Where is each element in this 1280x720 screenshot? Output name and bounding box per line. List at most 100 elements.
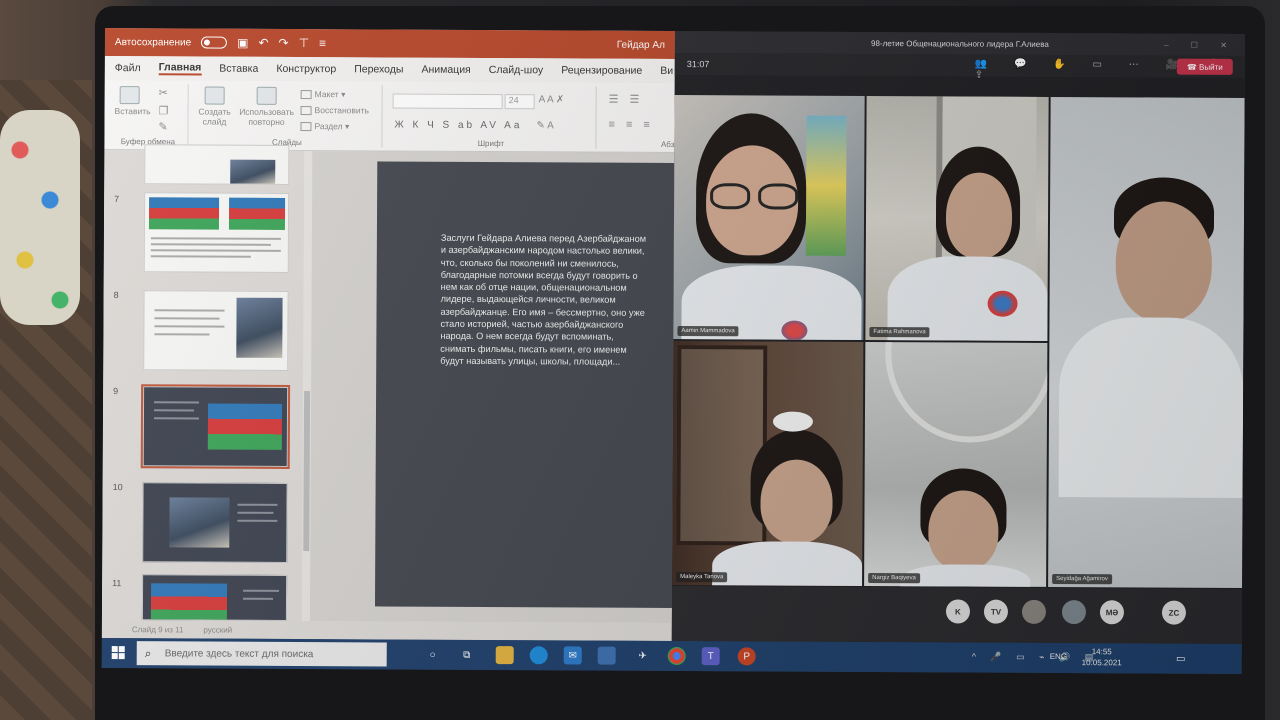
app-icon[interactable]: ✈ [634, 647, 652, 665]
list-icon[interactable]: ☰ ☰ [609, 93, 644, 106]
paragraph-group-label: Абз [660, 139, 675, 149]
slide-thumbnail-9[interactable] [140, 384, 291, 469]
thumbnail-text-line [243, 589, 280, 592]
glasses-icon [710, 183, 751, 210]
store-icon[interactable] [597, 646, 616, 665]
font-name-select[interactable] [392, 93, 503, 110]
tab-animation[interactable]: Анимация [421, 64, 470, 76]
system-tray-icons[interactable]: ^ 🎤 ▭ ⌁ 🔊 ▤ [972, 652, 1100, 664]
ppt-title-bar: Автосохранение ▣ ↶ ↷ ⊤ ≡ Гейдар Ал [104, 28, 675, 59]
reuse-slides-icon [256, 86, 277, 105]
cut-icon[interactable]: ✂ [159, 86, 168, 99]
language-status[interactable]: русский [203, 625, 232, 634]
cortana-icon[interactable]: ○ [424, 646, 442, 664]
participant-shirt [712, 541, 863, 586]
slide-thumbnail-10[interactable] [142, 482, 288, 563]
align-icon[interactable]: ≡ ≡ ≡ [608, 119, 653, 131]
notifications-icon[interactable]: ▭ [1172, 650, 1190, 668]
tab-review[interactable]: Рецензирование [561, 64, 642, 76]
participant-avatar-photo[interactable] [1021, 599, 1047, 624]
video-tile[interactable]: Fatima Rahmanova [865, 95, 1049, 341]
tab-slideshow[interactable]: Слайд-шоу [489, 64, 543, 76]
reset-icon [300, 106, 312, 116]
tab-insert[interactable]: Вставка [219, 63, 258, 75]
grow-font-icon[interactable]: A A ✗ [539, 94, 565, 105]
current-slide[interactable]: Заслуги Гейдара Алиева перед Азербайджан… [374, 161, 675, 608]
slide-canvas: Заслуги Гейдара Алиева перед Азербайджан… [309, 151, 675, 623]
tab-file[interactable]: Файл [115, 62, 141, 74]
thumbnail-text-line [153, 417, 199, 420]
participant-avatar[interactable]: ZC [1161, 600, 1187, 625]
chrome-icon[interactable] [667, 646, 686, 666]
section-button[interactable]: Раздел ▾ [300, 121, 349, 132]
slide-number: 9 [113, 386, 119, 397]
taskbar-clock[interactable]: 14:55 10.05.2021 [1082, 646, 1122, 668]
slide-thumbnail-7[interactable] [143, 192, 290, 273]
participant-face [1115, 201, 1213, 322]
slide-thumbnail-6[interactable] [144, 144, 290, 185]
hair-bow [772, 411, 814, 432]
paragraph-group: ☰ ☰ ≡ ≡ ≡ Абз [600, 87, 674, 149]
tab-design[interactable]: Конструктор [276, 63, 336, 75]
font-size-select[interactable]: 24 [504, 94, 535, 110]
video-tile[interactable]: Aamin Mammadova [673, 94, 865, 340]
thumbnail-text-line [237, 503, 278, 506]
video-tile[interactable]: Nargiz Baqiyeva [864, 341, 1048, 587]
present-icon[interactable]: ⊤ [299, 36, 310, 50]
redo-icon[interactable]: ↷ [279, 36, 289, 50]
paste-button[interactable]: Вставить [115, 86, 151, 116]
thumbnail-photo [148, 197, 220, 230]
copy-icon[interactable]: ❐ [159, 104, 169, 117]
document-title: Гейдар Ал [616, 39, 665, 51]
window-controls[interactable]: – ☐ ✕ [1164, 40, 1237, 49]
format-buttons[interactable]: Ж К Ч S ab AV Aa [394, 120, 522, 132]
participants-strip: K TV MƏ ZC [671, 585, 1243, 644]
participant-avatar[interactable]: K [945, 599, 971, 624]
font-color-icon[interactable]: ✎ A [536, 120, 553, 131]
participant-avatar[interactable]: TV [983, 599, 1009, 624]
input-language[interactable]: ENG [1050, 652, 1067, 661]
customize-icon[interactable]: ≡ [319, 36, 326, 50]
taskbar-search-input[interactable]: ⌕ Введите здесь текст для поиска [136, 641, 387, 667]
tab-transitions[interactable]: Переходы [354, 63, 403, 75]
colorful-object [805, 115, 847, 256]
file-explorer-icon[interactable] [495, 646, 514, 665]
reset-button[interactable]: Восстановить [300, 105, 369, 116]
meeting-title: 98-летие Общенационального лидера Г.Алие… [871, 38, 1049, 49]
slide-thumbnail-8[interactable] [143, 290, 289, 371]
slide-body-text[interactable]: Заслуги Гейдара Алиева перед Азербайджан… [440, 232, 651, 368]
participant-name: Nargiz Baqiyeva [868, 573, 920, 584]
video-tile[interactable]: Maleyka Tanova [672, 340, 864, 586]
layout-button[interactable]: Макет ▾ [300, 89, 345, 100]
powerpoint-icon[interactable]: P [737, 647, 756, 666]
format-painter-icon[interactable]: ✎ [158, 120, 167, 133]
new-slide-button[interactable]: Создать слайд [196, 86, 232, 127]
tab-home[interactable]: Главная [158, 61, 202, 76]
thumbnail-text-line [150, 243, 271, 246]
undo-icon[interactable]: ↶ [258, 36, 268, 50]
participant-avatar-photo[interactable] [1061, 600, 1087, 625]
new-slide-icon [204, 86, 225, 105]
slide-number: 11 [112, 578, 122, 589]
autosave-toggle[interactable] [201, 36, 228, 49]
slide-number: 8 [113, 290, 119, 301]
participant-avatar[interactable]: MƏ [1099, 600, 1125, 625]
thumbnail-text-line [154, 401, 200, 404]
slide-thumbnail-11[interactable] [141, 574, 288, 621]
tab-view[interactable]: Ви [660, 65, 673, 77]
mail-icon[interactable]: ✉ [563, 646, 582, 665]
reuse-slides-button[interactable]: Использовать повторно [236, 86, 296, 127]
participant-face [760, 459, 833, 544]
thumbnail-text-line [243, 597, 274, 600]
thumbnail-text-line [154, 317, 220, 320]
thumbnail-text-line [237, 519, 278, 522]
task-view-icon[interactable]: ⧉ [458, 646, 476, 664]
edge-icon[interactable] [529, 646, 548, 665]
video-tile[interactable]: Seyidağa Ağamirov [1048, 96, 1245, 588]
slide-number: 7 [114, 194, 120, 205]
teams-icon[interactable]: T [701, 647, 720, 666]
windows-start-icon[interactable] [111, 646, 126, 660]
save-icon[interactable]: ▣ [237, 36, 248, 50]
thumbnail-text-line [150, 249, 281, 252]
leave-button[interactable]: ☎ Выйти [1176, 58, 1233, 75]
